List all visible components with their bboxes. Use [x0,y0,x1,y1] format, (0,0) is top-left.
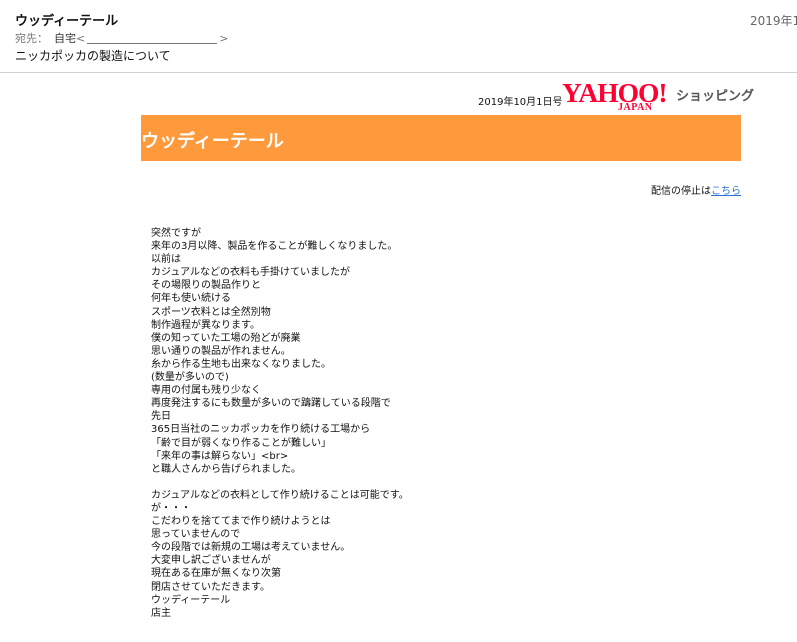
message-line: カジュアルなどの衣料として作り続けることは可能です。 [151,489,409,501]
message-line: 来年の3月以降、製品を作ることが難しくなりました。 [151,241,398,253]
message-line: 糸から作る生地も出来なくなりました。 [151,358,331,370]
message-line: その場限りの製品作りと [151,280,261,292]
message-line: 僕の知っていた工場の殆どが廃業 [151,332,301,344]
email-view: ウッディーテール 2019年10 宛先： 自宅< > ニッカポッカの製造について 2… [0,0,797,642]
unsubscribe-prefix: 配信の停止は [651,186,711,197]
shopping-label: ショッピング [676,89,755,104]
issue-date: 2019年10月1日号 [478,97,563,108]
yahoo-shopping-logo[interactable]: YAHOO! JAPAN ショッピング [562,78,754,113]
recipient-address-redacted [87,43,218,44]
message-line: 先日 [151,411,171,423]
message-line: カジュアルなどの衣料も手掛けていましたが [151,267,350,279]
recipient-close-bracket: > [219,32,229,45]
message-line: (数量が多いので) [151,372,229,384]
message-line: と職人さんから告げられました。 [151,463,301,475]
store-banner-title: ウッディーテール [141,131,284,152]
message-line: ウッディーテール [151,594,231,606]
message-line: 突然ですが [151,228,201,239]
message-body: 突然ですが 来年の3月以降、製品を作ることが難しくなりました。 以前は カジュアルなど… [151,227,571,620]
message-line: 大変申し訳ございませんが [151,555,271,567]
message-line: 思っていませんので [151,529,241,541]
message-line: 専用の付属も残り少なく [151,385,261,397]
recipient-open-bracket: < [76,32,86,45]
header-divider [0,72,797,73]
message-line: 今の段階では新規の工場は考えていません。 [151,542,351,554]
unsubscribe-link[interactable]: こちら [711,186,741,197]
mail-date: 2019年10 [750,14,797,28]
message-line: 現在ある在庫が無くなり次第 [151,568,281,580]
store-banner[interactable]: ウッディーテール [141,115,741,161]
message-line: が・・・ [151,502,191,514]
mail-header: ウッディーテール 2019年10 宛先： 自宅< > ニッカポッカの製造について [0,0,797,72]
message-paragraph-2: カジュアルなどの衣料として作り続けることは可能です。 が・・・こだわりを捨ててまで… [151,489,571,620]
message-line: 再度発注するにも数量が多いので躊躇している段階で [151,398,391,410]
message-line: 店主 [151,607,171,619]
recipient-name[interactable]: 自宅 [54,32,76,45]
mail-subject: ニッカポッカの製造について [15,49,171,63]
to-label: 宛先： [15,32,48,45]
sender-name[interactable]: ウッディーテール [15,10,118,29]
message-line: こだわりを捨ててまで作り続けようとは [151,516,331,528]
recipient-row: 宛先： 自宅< > [15,30,228,46]
message-paragraph-1: 突然ですが来年の3月以降、製品を作ることが難しくなりました。 以前は カジュアルなど… [151,227,571,476]
message-line: 制作過程が異なります。 [151,319,260,331]
message-line: スポーツ衣料とは全然別物 [151,306,271,318]
message-line: 思い通りの製品が作れません。 [151,345,291,357]
message-line: 365日当社のニッカポッカを作り続ける工場から [151,424,371,436]
message-line: 「齢で目が弱くなり作ることが難しい」 [151,437,331,449]
message-line: 「来年の事は解らない」<br> [151,450,289,462]
message-line: 以前は [151,254,181,266]
japan-mark: JAPAN [618,102,653,113]
message-line: 何年も使い続ける [151,293,231,305]
unsubscribe-notice: 配信の停止はこちら [600,182,741,197]
message-line: 閉店させていただきます。 [151,581,270,593]
